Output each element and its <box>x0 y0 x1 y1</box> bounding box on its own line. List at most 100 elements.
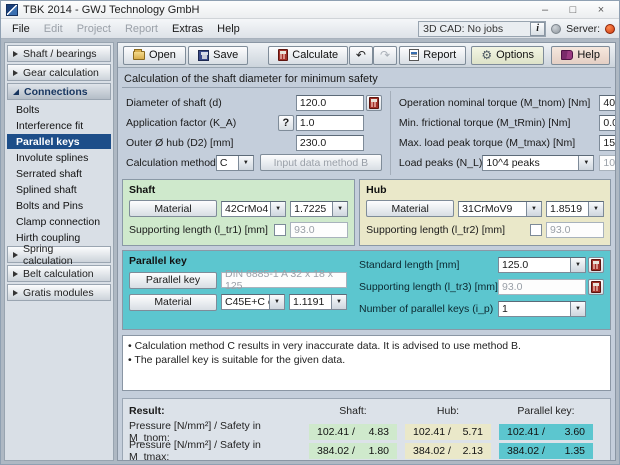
calculation-method-select[interactable]: C ▼ <box>215 154 254 171</box>
application-factor-input[interactable]: 1.0 <box>295 114 364 131</box>
results-col-parallel-key: Parallel key: <box>517 405 575 417</box>
frictional-torque-input[interactable]: 0.0 <box>599 114 615 131</box>
parallel-key-button[interactable]: Parallel key <box>129 271 217 289</box>
close-button[interactable]: × <box>588 3 614 17</box>
calculator-icon <box>278 49 289 61</box>
shaft-supporting-length-checkbox[interactable] <box>274 223 287 236</box>
top-form-left-column: Diameter of shaft (d) 120.0 Application … <box>122 91 391 175</box>
sidebar-category-belt-calculation[interactable]: Belt calculation <box>7 265 111 282</box>
key-supporting-length-label: Supporting length (l_tr3) [mm] <box>359 281 498 293</box>
outer-hub-label: Outer Ø hub (D2) [mm] <box>126 136 234 149</box>
parallel-key-material-button[interactable]: Material <box>129 293 217 311</box>
message-line: • Calculation method C results in very i… <box>128 340 521 352</box>
application-factor-label: Application factor (K_A) <box>126 116 237 129</box>
main-panel: Open Save Calculate ↶ ↷ Report ⚙ Options … <box>117 42 616 461</box>
hub-supporting-length-label: Supporting length (l_tr2) [mm] <box>366 223 506 236</box>
sidebar-item-serrated-shaft[interactable]: Serrated shaft <box>7 166 111 181</box>
standard-length-select[interactable]: 125.0 ▼ <box>498 257 586 273</box>
shaft-material-number-select[interactable]: 1.7225 ▼ <box>290 200 349 217</box>
help-button[interactable]: Help <box>551 45 610 65</box>
key-supporting-length-calculator-button[interactable] <box>588 279 604 295</box>
results-title: Result: <box>129 405 165 417</box>
peak-torque-input[interactable]: 15000.0 <box>599 134 615 151</box>
result-hub-max: 384.02 /2.13 <box>405 443 491 459</box>
top-form-right-column: Operation nominal torque (M_tnom) [Nm] 4… <box>391 91 615 175</box>
shaft-material-button[interactable]: Material <box>129 200 217 217</box>
collapsed-triangle-icon <box>13 251 18 258</box>
parallel-key-material-number-select[interactable]: 1.1191 ▼ <box>289 294 347 310</box>
chevron-down-icon: ▼ <box>269 295 284 309</box>
sidebar-item-involute-splines[interactable]: Involute splines <box>7 150 111 165</box>
menu-file[interactable]: File <box>5 21 37 37</box>
calculator-icon <box>591 281 601 293</box>
hub-material-number-select[interactable]: 1.8519 ▼ <box>545 200 604 217</box>
open-folder-icon <box>133 48 145 60</box>
report-button[interactable]: Report <box>399 45 467 65</box>
sidebar-item-clamp-connection[interactable]: Clamp connection <box>7 214 111 229</box>
form-area: Calculation of the shaft diameter for mi… <box>118 68 615 460</box>
menu-edit: Edit <box>43 22 63 35</box>
sidebar-item-interference-fit[interactable]: Interference fit <box>7 118 111 133</box>
nominal-torque-input[interactable]: 4000.0 <box>599 94 615 111</box>
help-book-icon <box>561 50 574 60</box>
results-row-max: Pressure [N/mm²] / Safety in M_tmax: 384… <box>129 439 604 460</box>
hub-section: Hub Material 31CrMoV9 ▼ 1.8519 ▼ Support… <box>359 179 611 246</box>
sidebar-category-gear-calculation[interactable]: Gear calculation <box>7 64 111 81</box>
app-window: TBK 2014 - GWJ Technology GmbH – □ × Fil… <box>0 0 620 465</box>
load-peaks-select[interactable]: 10^4 peaks ▼ <box>482 154 595 171</box>
application-factor-help-button[interactable]: ? <box>277 114 294 131</box>
outer-hub-input[interactable]: 230.0 <box>295 134 364 151</box>
calculate-button[interactable]: Calculate <box>268 45 349 65</box>
input-data-method-b-button: Input data method B <box>259 154 382 171</box>
frictional-torque-label: Min. frictional torque (M_tRmin) [Nm] <box>398 116 571 129</box>
shaft-section-title: Shaft <box>129 184 156 196</box>
sidebar-category-connections[interactable]: Connections <box>7 83 111 100</box>
menu-help[interactable]: Help <box>210 21 247 37</box>
info-icon[interactable]: i <box>530 21 546 36</box>
app-icon <box>6 3 18 16</box>
open-button[interactable]: Open <box>123 45 186 65</box>
diameter-calculator-button[interactable] <box>365 94 382 111</box>
result-key-max: 384.02 /1.35 <box>499 443 593 459</box>
app-body: Shaft / bearings Gear calculation Connec… <box>1 39 619 464</box>
sidebar-category-spring-calculation[interactable]: Spring calculation <box>7 243 111 267</box>
sidebar-item-bolts[interactable]: Bolts <box>7 102 111 117</box>
cad-status-led-icon <box>551 23 562 34</box>
parallel-key-right-column: Standard length [mm] 125.0 ▼ Supporting … <box>357 255 604 321</box>
shaft-supporting-length-label: Supporting length (l_tr1) [mm] <box>129 223 268 236</box>
shaft-material-select[interactable]: 42CrMo4 quenched and t... ▼ <box>221 200 287 217</box>
results-header-row: Result: Shaft: Hub: Parallel key: <box>129 403 604 419</box>
options-button[interactable]: ⚙ Options <box>471 45 545 65</box>
chevron-down-icon: ▼ <box>587 201 603 216</box>
sidebar-category-gratis-modules[interactable]: Gratis modules <box>7 284 111 301</box>
key-supporting-length-field: 93.0 <box>498 279 586 295</box>
sidebar-item-bolts-and-pins[interactable]: Bolts and Pins <box>7 198 111 213</box>
form-header: Calculation of the shaft diameter for mi… <box>122 70 611 88</box>
results-col-hub: Hub: <box>436 405 460 417</box>
undo-button[interactable]: ↶ <box>348 45 373 65</box>
maximize-button[interactable]: □ <box>560 3 586 17</box>
results-panel: Result: Shaft: Hub: Parallel key: Pressu… <box>122 398 611 460</box>
parallel-key-material-select[interactable]: C45E+C cold drawn ▼ <box>221 294 285 310</box>
chevron-down-icon: ▼ <box>570 258 585 272</box>
save-button[interactable]: Save <box>188 45 249 65</box>
window-title: TBK 2014 - GWJ Technology GmbH <box>23 3 200 16</box>
server-label: Server: <box>566 22 600 35</box>
sidebar-category-shaft-bearings[interactable]: Shaft / bearings <box>7 45 111 62</box>
menu-extras[interactable]: Extras <box>165 21 210 37</box>
sidebar-item-parallel-keys[interactable]: Parallel keys <box>7 134 111 149</box>
chevron-down-icon: ▼ <box>331 295 346 309</box>
number-of-keys-select[interactable]: 1 ▼ <box>498 301 586 317</box>
hub-material-button[interactable]: Material <box>366 200 455 217</box>
toolbar: Open Save Calculate ↶ ↷ Report ⚙ Options … <box>118 43 615 68</box>
diameter-input[interactable]: 120.0 <box>295 94 364 111</box>
hub-supporting-length-field: 93.0 <box>545 221 604 238</box>
sidebar-item-splined-shaft[interactable]: Splined shaft <box>7 182 111 197</box>
shaft-supporting-length-field: 93.0 <box>290 221 349 238</box>
menu-bar: File Edit Project Report Extras Help 3D … <box>1 19 619 39</box>
hub-supporting-length-checkbox[interactable] <box>529 223 542 236</box>
minimize-button[interactable]: – <box>532 3 558 17</box>
top-form: Diameter of shaft (d) 120.0 Application … <box>122 91 615 175</box>
standard-length-calculator-button[interactable] <box>588 257 604 273</box>
hub-material-select[interactable]: 31CrMoV9 ▼ <box>458 200 542 217</box>
